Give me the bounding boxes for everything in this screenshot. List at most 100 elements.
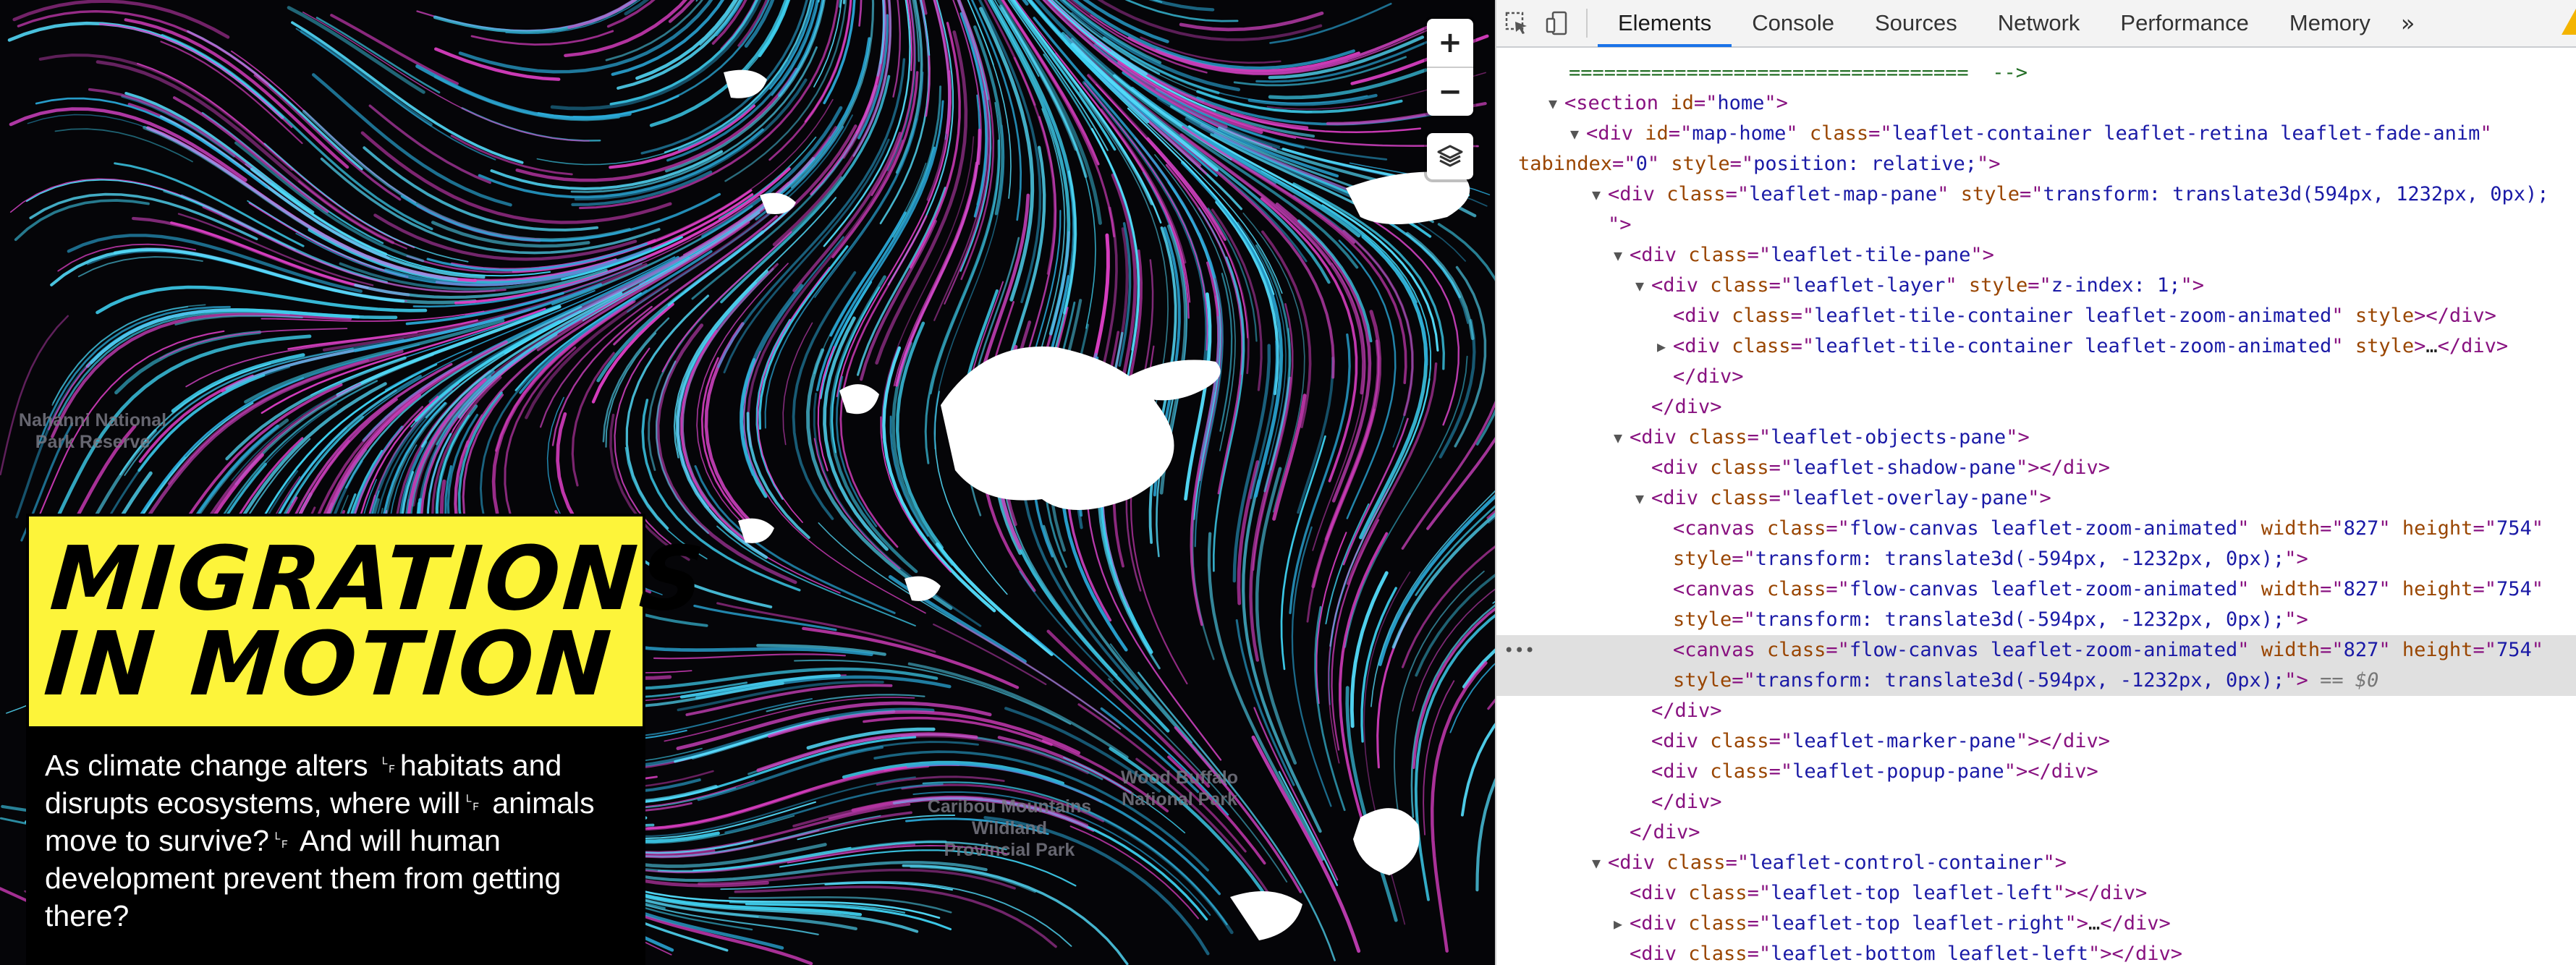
tab-console[interactable]: Console [1732,0,1855,47]
dom-node-line[interactable]: ▼ <div class="leaflet-tile-pane"> [1496,240,2576,271]
dom-node-line[interactable]: </div> [1496,787,2576,817]
expand-triangle-icon[interactable]: ▼ [1635,483,1644,514]
inspect-element-button[interactable] [1496,0,1537,47]
device-toolbar-button[interactable] [1537,0,1577,47]
expand-triangle-icon[interactable]: ▼ [1592,848,1601,878]
dom-node-line[interactable]: <div class="leaflet-top leaflet-left"></… [1496,878,2576,909]
expand-triangle-icon[interactable]: ▼ [1614,240,1622,271]
dom-node-line[interactable]: ▼ <div id="map-home" class="leaflet-conta… [1496,119,2576,149]
dom-node-line[interactable]: tabindex="0" style="position: relative;"… [1496,149,2576,179]
layers-button[interactable] [1427,133,1473,179]
dom-node-line[interactable]: <div class="leaflet-shadow-pane"></div> [1496,453,2576,483]
layers-icon [1437,145,1463,167]
dom-node-line[interactable]: style="transform: translate3d(-594px, -1… [1496,666,2576,696]
dom-node-line[interactable]: </div> [1496,696,2576,726]
dom-node-line[interactable]: ▼ <section id="home"> [1496,88,2576,119]
dom-node-text: <div class="leaflet-tile-container leafl… [1673,335,2509,357]
dom-node-text: <div class="leaflet-tile-pane"> [1630,244,1994,266]
dom-node-line[interactable]: <canvas class="flow-canvas leaflet-zoom-… [1496,514,2576,544]
dom-node-text: <div class="leaflet-marker-pane"></div> [1651,730,2110,752]
dom-node-line[interactable]: ▶ <div class="leaflet-tile-container leaf… [1496,331,2576,362]
dom-node-text: style="transform: translate3d(-594px, -1… [1673,608,2308,631]
dom-node-line[interactable]: <canvas class="flow-canvas leaflet-zoom-… [1496,574,2576,605]
tab-sources[interactable]: Sources [1855,0,1978,47]
dom-node-text: <div class="leaflet-map-pane" style="tra… [1608,183,2549,205]
devtools-panel: Elements Console Sources Network Performance… [1495,0,2576,965]
flow-map[interactable]: Nahanni National Park Reserve Caribou Mo… [0,0,1495,965]
dom-node-line[interactable]: <div class="leaflet-popup-pane"></div> [1496,757,2576,787]
dom-node-line[interactable]: style="transform: translate3d(-594px, -1… [1496,544,2576,574]
expand-triangle-icon[interactable]: ▼ [1592,179,1601,210]
tab-performance[interactable]: Performance [2100,0,2268,47]
expand-triangle-icon[interactable]: ▼ [1635,271,1644,301]
dom-node-line[interactable]: ▼ <div class="leaflet-overlay-pane"> [1496,483,2576,514]
expand-triangle-icon[interactable]: ▼ [1570,119,1579,149]
dom-node-line[interactable]: <div class="leaflet-tile-container leafl… [1496,301,2576,331]
dom-tree[interactable]: ================================== --> ▼ <… [1496,49,2576,965]
collapse-triangle-icon[interactable]: ▶ [1614,909,1622,939]
toolbar-divider [1586,9,1588,38]
devtools-tabs: Elements Console Sources Network Performance… [1598,0,2391,47]
dom-node-line[interactable]: </div> [1496,392,2576,422]
page-title: MIGRATIONS IN MOTION [41,527,711,715]
expand-triangle-icon[interactable]: ▼ [1548,88,1557,119]
dom-node-line[interactable]: <div class="leaflet-marker-pane"></div> [1496,726,2576,757]
dom-node-text: <div class="leaflet-overlay-pane"> [1651,487,2051,509]
dom-node-text: <div class="leaflet-shadow-pane"></div> [1651,456,2110,479]
zoom-control: + − [1427,19,1473,116]
dom-node-text: ================================== --> [1569,61,2028,84]
dom-node-line[interactable]: ================================== --> [1496,58,2576,88]
dom-node-text: </div> [1673,365,1744,388]
dom-node-line[interactable]: "> [1496,210,2576,240]
zoom-in-button[interactable]: + [1427,19,1473,67]
dom-node-text: style="transform: translate3d(-594px, -1… [1673,669,2379,692]
expand-triangle-icon[interactable]: ▼ [1614,422,1622,453]
map-label-caribou: Caribou Mountains Wildland Provincial Pa… [927,796,1092,860]
dom-node-text: <div id="map-home" class="leaflet-contai… [1586,122,2492,145]
device-toggle-icon [1546,11,1567,35]
dom-node-line[interactable]: style="transform: translate3d(-594px, -1… [1496,605,2576,635]
dom-node-text: <div class="leaflet-tile-container leafl… [1673,305,2496,327]
map-label-wood-buffalo: Wood Buffalo National Park [1121,768,1238,809]
dom-node-text: <div class="leaflet-bottom leaflet-left"… [1630,943,2183,965]
dom-node-text: <canvas class="flow-canvas leaflet-zoom-… [1673,639,2543,661]
dom-node-text: <div class="leaflet-top leaflet-left"></… [1630,882,2148,904]
dom-node-line[interactable]: ▶ <div class="leaflet-top leaflet-right">… [1496,909,2576,939]
intro-box: As climate change alters ␊habitats and d… [26,729,645,965]
dom-node-text: <div class="leaflet-top leaflet-right">…… [1630,912,2171,935]
dom-node-text: <div class="leaflet-objects-pane"> [1630,426,2030,449]
dom-node-text: </div> [1630,821,1700,843]
dom-node-line[interactable]: <div class="leaflet-bottom leaflet-left"… [1496,939,2576,965]
dom-node-text: </div> [1651,791,1722,813]
dom-node-text: </div> [1651,700,1722,722]
dom-node-text: <div class="leaflet-layer" style="z-inde… [1651,274,2205,297]
tab-elements[interactable]: Elements [1598,0,1732,47]
dom-node-line[interactable]: ▼ <div class="leaflet-objects-pane"> [1496,422,2576,453]
tab-network[interactable]: Network [1978,0,2101,47]
dom-node-line[interactable]: </div> [1496,817,2576,848]
dom-node-text: </div> [1651,396,1722,418]
dom-node-line[interactable]: </div> [1496,362,2576,392]
dom-node-text: style="transform: translate3d(-594px, -1… [1673,548,2308,570]
dom-node-line[interactable]: ▼ <div class="leaflet-control-container"> [1496,848,2576,878]
tab-memory[interactable]: Memory [2269,0,2391,47]
dom-node-text: tabindex="0" style="position: relative;"… [1518,153,2001,175]
intro-text: As climate change alters ␊habitats and d… [45,749,595,932]
title-card: MIGRATIONS IN MOTION [26,514,710,729]
dom-node-line[interactable]: <canvas class="flow-canvas leaflet-zoom-… [1496,635,2576,666]
map-label-nahanni: Nahanni National Park Reserve [18,410,167,452]
collapse-triangle-icon[interactable]: ▶ [1657,331,1666,362]
more-tabs-button[interactable]: » [2391,9,2425,37]
dom-node-line[interactable]: ▼ <div class="leaflet-layer" style="z-ind… [1496,271,2576,301]
dom-node-text: "> [1608,213,1632,236]
dom-node-text: <div class="leaflet-control-container"> [1608,851,2067,874]
dom-node-line[interactable]: ▼ <div class="leaflet-map-pane" style="tr… [1496,179,2576,210]
node-actions-icon[interactable]: ••• [1504,635,1535,666]
dom-node-text: <canvas class="flow-canvas leaflet-zoom-… [1673,517,2543,540]
zoom-out-button[interactable]: − [1427,67,1473,116]
inspect-cursor-icon [1505,12,1527,34]
devtools-toolbar: Elements Console Sources Network Performance… [1496,0,2576,48]
dom-node-text: <div class="leaflet-popup-pane"></div> [1651,760,2098,783]
dom-node-text: <section id="home"> [1564,92,1788,114]
warning-icon[interactable] [2560,7,2576,36]
